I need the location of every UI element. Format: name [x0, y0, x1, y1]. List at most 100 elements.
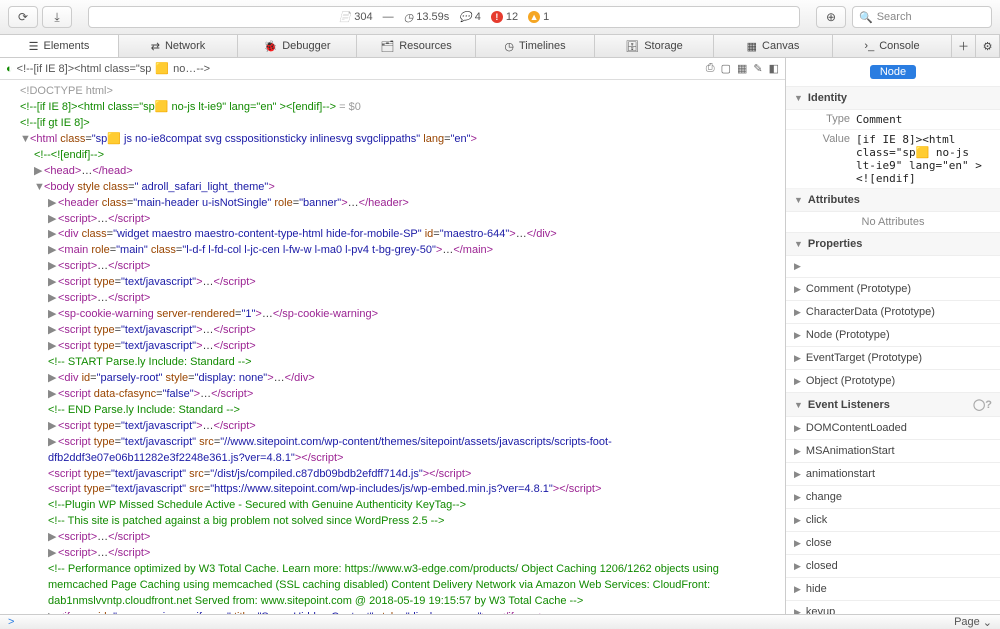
code-line[interactable]: <!-- This site is patched against a big …	[6, 514, 779, 530]
sidebar-toggle-icon[interactable]: ◧	[769, 62, 779, 75]
status-dash: —	[383, 11, 394, 23]
property-item[interactable]: ▶EventTarget (Prototype)	[786, 347, 1000, 370]
code-line[interactable]: ▶<script>…</script>	[6, 291, 779, 307]
event-item[interactable]: ▶keyup	[786, 601, 1000, 614]
warn-badge-icon: ▲	[528, 11, 540, 23]
chat-icon	[459, 11, 471, 23]
code-line[interactable]: ▶<div class="widget maestro maestro-cont…	[6, 227, 779, 243]
section-attributes[interactable]: ▼Attributes	[786, 189, 1000, 212]
property-item[interactable]: ▶Node (Prototype)	[786, 324, 1000, 347]
code-line[interactable]: <!DOCTYPE html>	[6, 84, 779, 100]
error-badge-icon: !	[491, 11, 503, 23]
console-footer: > Page ⌄	[0, 614, 1000, 629]
clock-icon	[404, 11, 414, 24]
main-panel: ◐ <!--[if IE 8]><html class="sp 🟨 no…-->…	[0, 58, 785, 614]
code-line[interactable]: ▶<iframe id="sumome-jquery-iframe" title…	[6, 610, 779, 614]
tab-timelines[interactable]: ◷Timelines	[476, 35, 595, 57]
code-line[interactable]: ▶<script type="text/javascript">…</scrip…	[6, 339, 779, 355]
tab-canvas[interactable]: ▦Canvas	[714, 35, 833, 57]
phone-icon[interactable]: ▢	[721, 62, 731, 75]
code-line[interactable]: ▼<html class="sp🟨 js no-ie8compat svg cs…	[6, 132, 779, 148]
elements-icon: ☰	[29, 40, 39, 53]
breadcrumb-text: <!--[if IE 8]><html class="sp	[17, 63, 152, 75]
search-placeholder: Search	[877, 11, 912, 23]
code-line[interactable]: ▶<script>…</script>	[6, 212, 779, 228]
event-item[interactable]: ▶close	[786, 532, 1000, 555]
code-line[interactable]: ▶<header class="main-header u-isNotSingl…	[6, 196, 779, 212]
code-line[interactable]: <!--[if IE 8]><html class="sp🟨 no-js lt-…	[6, 100, 779, 116]
event-item[interactable]: ▶hide	[786, 578, 1000, 601]
identity-type: TypeComment	[786, 110, 1000, 130]
code-line[interactable]: <!--[if gt IE 8]>	[6, 116, 779, 132]
help-icon[interactable]: ◯?	[973, 398, 992, 411]
canvas-icon: ▦	[747, 40, 757, 53]
code-line[interactable]: ▶<main role="main" class="l-d-f l-fd-col…	[6, 243, 779, 259]
code-line[interactable]: ▶<script>…</script>	[6, 259, 779, 275]
property-item[interactable]: ▶Object (Prototype)	[786, 370, 1000, 393]
property-item[interactable]: ▶	[786, 256, 1000, 278]
breadcrumb-tail: no…-->	[173, 63, 210, 75]
tab-network[interactable]: ⇄Network	[119, 35, 238, 57]
chevron-down-icon[interactable]: ⌄	[983, 616, 992, 629]
code-area[interactable]: <!DOCTYPE html><!--[if IE 8]><html class…	[0, 80, 785, 614]
code-line[interactable]: <script type="text/javascript" src="/dis…	[6, 467, 779, 483]
search-icon: 🔍	[859, 11, 873, 24]
event-item[interactable]: ▶change	[786, 486, 1000, 509]
event-item[interactable]: ▶MSAnimationStart	[786, 440, 1000, 463]
grid-icon[interactable]: ▦	[737, 62, 747, 75]
document-icon	[339, 11, 351, 23]
code-line[interactable]: ▶<head>…</head>	[6, 164, 779, 180]
code-line[interactable]: ▶<script type="text/javascript">…</scrip…	[6, 419, 779, 435]
print-icon[interactable]: ⎙	[706, 62, 715, 75]
property-item[interactable]: ▶CharacterData (Prototype)	[786, 301, 1000, 324]
tab-settings[interactable]: ⚙	[976, 35, 1000, 57]
tab-storage[interactable]: 🗄Storage	[595, 35, 714, 57]
section-identity[interactable]: ▼Identity	[786, 87, 1000, 110]
tab-elements[interactable]: ☰Elements	[0, 35, 119, 57]
breadcrumb-icon: ◐	[6, 63, 13, 75]
code-line[interactable]: <!-- END Parse.ly Include: Standard -->	[6, 403, 779, 419]
edit-icon[interactable]: ✎	[753, 62, 762, 75]
section-properties[interactable]: ▼Properties	[786, 233, 1000, 256]
code-line[interactable]: ▶<script type="text/javascript">…</scrip…	[6, 323, 779, 339]
console-icon: ›_	[864, 40, 874, 52]
tab-resources[interactable]: 🗂Resources	[357, 35, 476, 57]
code-line[interactable]: <!--<![endif]-->	[6, 148, 779, 164]
node-pill: Node	[870, 65, 916, 79]
identity-value: Value[if IE 8]><html class="sp🟨 no-js lt…	[786, 130, 1000, 189]
code-line[interactable]: ▶<sp-cookie-warning server-rendered="1">…	[6, 307, 779, 323]
top-toolbar: ⟳ ⤓ 304 — 13.59s 4 !12 ▲1 ⊕ 🔍 Search	[0, 0, 1000, 35]
status-bar: 304 — 13.59s 4 !12 ▲1	[88, 6, 800, 28]
download-button[interactable]: ⤓	[42, 6, 72, 28]
code-line[interactable]: <!-- START Parse.ly Include: Standard --…	[6, 355, 779, 371]
code-line[interactable]: <!--Plugin WP Missed Schedule Active - S…	[6, 498, 779, 514]
event-item[interactable]: ▶animationstart	[786, 463, 1000, 486]
event-item[interactable]: ▶DOMContentLoaded	[786, 417, 1000, 440]
no-attributes: No Attributes	[786, 212, 1000, 233]
tab-console[interactable]: ›_Console	[833, 35, 952, 57]
tab-debugger[interactable]: 🐞Debugger	[238, 35, 357, 57]
status-time: 13.59s	[416, 11, 449, 23]
code-line[interactable]: ▶<script type="text/javascript" src="//w…	[6, 435, 779, 467]
code-line[interactable]: ▶<div id="parsely-root" style="display: …	[6, 371, 779, 387]
reload-button[interactable]: ⟳	[8, 6, 38, 28]
event-item[interactable]: ▶closed	[786, 555, 1000, 578]
page-label[interactable]: Page	[954, 616, 980, 628]
code-line[interactable]: ▶<script data-cfasync="false">…</script>	[6, 387, 779, 403]
code-line[interactable]: <script type="text/javascript" src="http…	[6, 482, 779, 498]
code-line[interactable]: ▶<script>…</script>	[6, 546, 779, 562]
storage-icon: 🗄	[625, 40, 639, 53]
timelines-icon: ◷	[504, 40, 514, 53]
property-item[interactable]: ▶Comment (Prototype)	[786, 278, 1000, 301]
search-input[interactable]: 🔍 Search	[852, 6, 992, 28]
event-item[interactable]: ▶click	[786, 509, 1000, 532]
code-line[interactable]: ▶<script type="text/javascript">…</scrip…	[6, 275, 779, 291]
main-tabs: ☰Elements ⇄Network 🐞Debugger 🗂Resources …	[0, 35, 1000, 58]
code-line[interactable]: <!-- Performance optimized by W3 Total C…	[6, 562, 779, 610]
code-line[interactable]: ▶<script>…</script>	[6, 530, 779, 546]
code-line[interactable]: ▼<body style class=" adroll_safari_light…	[6, 180, 779, 196]
section-event-listeners[interactable]: ▼Event Listeners◯?	[786, 393, 1000, 417]
console-prompt[interactable]: >	[8, 616, 14, 628]
target-button[interactable]: ⊕	[816, 6, 846, 28]
tab-add[interactable]: ＋	[952, 35, 976, 57]
